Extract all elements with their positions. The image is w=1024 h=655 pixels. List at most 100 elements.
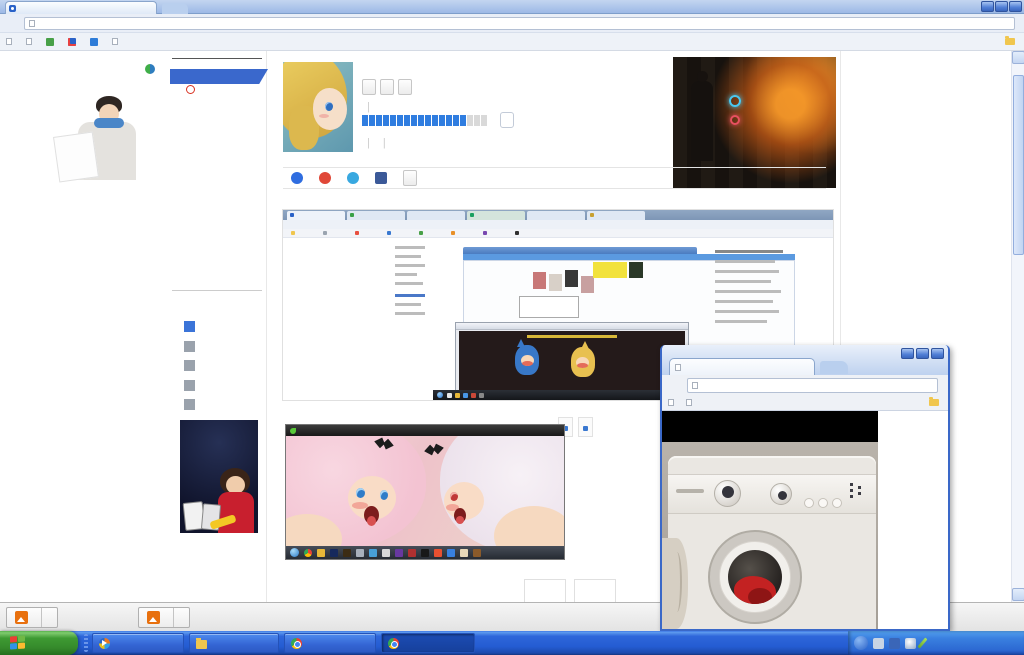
- mini-vote-down[interactable]: [578, 417, 593, 437]
- popup-toolbar: [662, 375, 948, 395]
- bookmark-item[interactable]: [46, 38, 57, 46]
- art: [565, 270, 578, 287]
- scroll-down-button[interactable]: [1012, 588, 1024, 601]
- share-twitter[interactable]: [347, 172, 363, 184]
- share-facebook[interactable]: [375, 172, 391, 184]
- washing-machine-photo[interactable]: [662, 442, 878, 629]
- chrome-icon: [291, 638, 302, 649]
- taskbar-item-browser[interactable]: [284, 633, 376, 653]
- share-mypi[interactable]: [291, 172, 307, 184]
- art: [804, 498, 814, 508]
- art: [395, 282, 423, 285]
- popup-titlebar[interactable]: [662, 345, 948, 375]
- game-ad[interactable]: [180, 420, 258, 533]
- art: [218, 492, 254, 533]
- top5-item[interactable]: [184, 317, 200, 337]
- art: [323, 231, 327, 235]
- more-button[interactable]: [403, 170, 417, 186]
- share-mypeople[interactable]: [319, 172, 335, 184]
- divider: [172, 290, 262, 291]
- scrollbar[interactable]: [1011, 51, 1024, 602]
- new-tab-button[interactable]: [162, 3, 188, 14]
- scroll-up-button[interactable]: [1012, 51, 1024, 64]
- art: [748, 588, 772, 604]
- download-dropdown-icon[interactable]: [173, 608, 189, 627]
- tray-icon[interactable]: [905, 638, 916, 649]
- other-bookmarks-folder[interactable]: [1005, 38, 1018, 45]
- taskbar-item-popup[interactable]: [381, 633, 475, 653]
- bookmark-item[interactable]: [26, 38, 35, 45]
- bookmark-item[interactable]: [112, 38, 121, 45]
- art: [483, 231, 487, 235]
- user-avatar[interactable]: [283, 62, 353, 152]
- divider: [84, 634, 88, 652]
- art: [356, 488, 365, 498]
- minimize-button[interactable]: [901, 348, 914, 359]
- view-posts-button[interactable]: [362, 79, 376, 95]
- download-dropdown-icon[interactable]: [41, 608, 57, 627]
- art: [463, 247, 697, 254]
- taskbar-item-wmp[interactable]: [92, 633, 184, 653]
- bookmark-item[interactable]: [68, 38, 79, 46]
- top5-item[interactable]: [184, 395, 200, 415]
- download-item[interactable]: [138, 607, 190, 628]
- other-bookmarks-folder[interactable]: [929, 399, 942, 406]
- maximize-button[interactable]: [916, 348, 929, 359]
- exp-badge: [500, 112, 514, 128]
- art: [729, 95, 741, 107]
- download-item[interactable]: [6, 607, 58, 628]
- 4shared-favicon-icon: [90, 38, 98, 46]
- art: [456, 516, 464, 524]
- new-tab-button[interactable]: [820, 361, 848, 374]
- popup-tab[interactable]: [669, 358, 815, 375]
- start-button[interactable]: [0, 631, 78, 655]
- tray-pencil-icon[interactable]: [917, 637, 927, 648]
- taskbar-item-folder[interactable]: [189, 633, 279, 653]
- tray-icon[interactable]: [889, 638, 900, 649]
- art: [858, 492, 861, 495]
- minimize-button[interactable]: [981, 1, 994, 12]
- popup-address-bar[interactable]: [687, 378, 938, 393]
- bookmark-item[interactable]: [668, 399, 677, 406]
- nav-item-selected[interactable]: [170, 69, 268, 84]
- windows-logo-icon: [10, 635, 26, 651]
- tray-icon[interactable]: [873, 638, 884, 649]
- folder-icon: [196, 640, 207, 649]
- bookmark-item[interactable]: [686, 399, 695, 406]
- wmp-icon: [99, 638, 110, 649]
- close-button[interactable]: [1009, 1, 1022, 12]
- art: [460, 549, 468, 557]
- close-button[interactable]: [931, 348, 944, 359]
- top5-item[interactable]: [184, 376, 200, 396]
- nav-header: [172, 55, 262, 59]
- embedded-screenshot-2[interactable]: [285, 424, 565, 560]
- tray-hide-icon[interactable]: [854, 636, 868, 650]
- art: [728, 550, 782, 604]
- art: [691, 81, 713, 161]
- standard-chartered-ad[interactable]: [8, 58, 160, 218]
- popup-window[interactable]: [660, 345, 950, 631]
- art: [291, 231, 295, 235]
- main-browser-tab[interactable]: [5, 1, 157, 14]
- send-message-button[interactable]: [380, 79, 394, 95]
- bookmark-item[interactable]: [90, 38, 101, 46]
- art: [722, 486, 734, 498]
- vote-down-button[interactable]: [574, 579, 616, 602]
- art: [463, 393, 468, 398]
- bookmark-item[interactable]: [6, 38, 15, 45]
- system-tray: [848, 631, 1024, 655]
- art: [283, 210, 833, 220]
- viewer-titlebar: [286, 425, 564, 436]
- art: [319, 114, 329, 118]
- address-bar[interactable]: [24, 17, 1015, 30]
- scroll-thumb[interactable]: [1013, 75, 1024, 255]
- vote-up-button[interactable]: [524, 579, 566, 602]
- ruliweb-favicon-icon: [9, 5, 16, 12]
- top5-item[interactable]: [184, 337, 200, 357]
- nav-item-adult[interactable]: [184, 84, 276, 99]
- main-tab-strip: [0, 0, 1024, 14]
- mypi-button[interactable]: [398, 79, 412, 95]
- top5-item[interactable]: [184, 356, 200, 376]
- restore-button[interactable]: [995, 1, 1008, 12]
- art: [587, 211, 645, 220]
